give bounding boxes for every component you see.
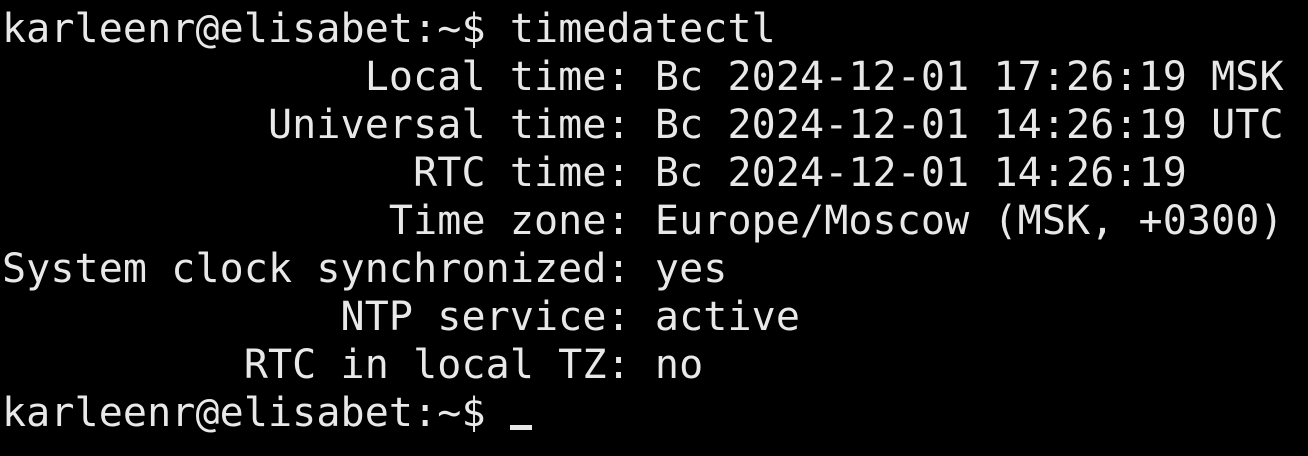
output-local-time: Local time: Вс 2024-12-01 17:26:19 MSK [2,54,1284,100]
output-ntp-service: NTP service: active [2,294,801,340]
output-rtc-local-tz: RTC in local TZ: no [2,342,704,388]
command-line: karleenr@elisabet:~$ timedatectl [2,5,1308,53]
prompt: karleenr@elisabet:~$ [2,6,510,52]
output-rtc-time: RTC time: Вс 2024-12-01 14:26:19 [2,150,1187,196]
command: timedatectl [509,6,776,52]
output-time-zone: Time zone: Europe/Moscow (MSK, +0300) [2,198,1284,244]
terminal-window[interactable]: karleenr@elisabet:~$ timedatectl Local t… [0,0,1308,456]
output-clock-synchronized: System clock synchronized: yes [2,246,728,292]
prompt: karleenr@elisabet:~$ [2,390,510,436]
text-cursor [509,425,532,430]
output-universal-time: Universal time: Вс 2024-12-01 14:26:19 U… [2,102,1284,148]
active-prompt-line[interactable]: karleenr@elisabet:~$ [2,389,1308,437]
